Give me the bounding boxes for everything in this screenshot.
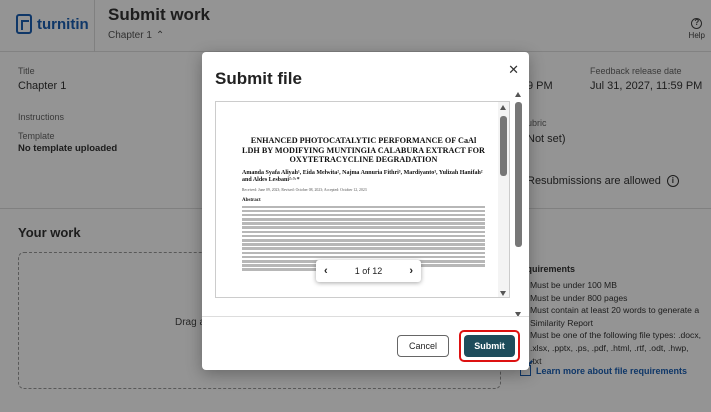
submit-file-dialog: Submit file ✕ ENHANCED PHOTOCATALYTIC PE…	[202, 52, 529, 370]
scroll-thumb[interactable]	[515, 102, 522, 247]
scroll-thumb[interactable]	[500, 116, 507, 176]
cancel-button[interactable]: Cancel	[397, 335, 449, 357]
pdf-page: ENHANCED PHOTOCATALYTIC PERFORMANCE OF C…	[216, 102, 499, 297]
dialog-title: Submit file	[215, 69, 302, 88]
document-title: ENHANCED PHOTOCATALYTIC PERFORMANCE OF C…	[242, 136, 485, 164]
page-indicator: 1 of 12	[354, 266, 383, 276]
scroll-down-icon[interactable]	[500, 291, 506, 296]
page: turnitin Submit work Chapter 1 ⌃ ? Help …	[0, 0, 711, 412]
document-preview[interactable]: ENHANCED PHOTOCATALYTIC PERFORMANCE OF C…	[215, 101, 510, 298]
preview-scrollbar[interactable]	[498, 102, 509, 297]
previous-page-button[interactable]: ‹	[324, 265, 328, 277]
next-page-button[interactable]: ›	[409, 265, 413, 277]
document-dates: Received: June 09, 2023; Revised: Octobe…	[242, 187, 367, 192]
document-authors: Amanda Syafa Aliyah¹, Eida Melwita², Naj…	[242, 169, 483, 184]
submit-button[interactable]: Submit	[464, 335, 515, 357]
dialog-footer-divider	[202, 316, 529, 317]
abstract-heading: Abstract	[242, 197, 261, 203]
scroll-up-icon[interactable]	[515, 92, 521, 97]
close-icon[interactable]: ✕	[508, 62, 519, 78]
scroll-up-icon[interactable]	[500, 105, 506, 110]
dialog-scrollbar[interactable]	[514, 92, 523, 317]
page-navigator: ‹ 1 of 12 ›	[316, 260, 421, 282]
